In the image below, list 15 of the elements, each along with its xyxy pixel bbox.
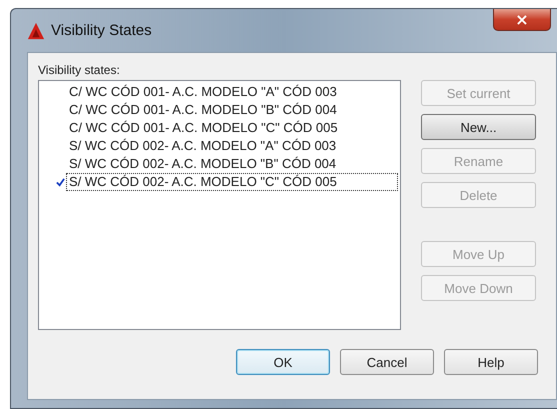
app-logo-icon xyxy=(27,22,45,40)
close-button[interactable]: × xyxy=(493,9,551,31)
list-item[interactable]: S/ WC CÓD 002- A.C. MODELO "B" CÓD 004 xyxy=(66,155,398,173)
list-item[interactable]: C/ WC CÓD 001- A.C. MODELO "A" CÓD 003 xyxy=(66,83,398,101)
action-button[interactable]: New... xyxy=(421,114,536,140)
states-list[interactable] xyxy=(38,80,401,330)
dialog-button[interactable]: Cancel xyxy=(340,349,434,375)
dialog-button[interactable]: OK xyxy=(236,349,330,375)
window-title: Visibility States xyxy=(51,22,152,39)
list-label: Visibility states: xyxy=(38,63,121,77)
list-item[interactable]: S/ WC CÓD 002- A.C. MODELO "C" CÓD 005 xyxy=(66,173,398,191)
list-item[interactable]: S/ WC CÓD 002- A.C. MODELO "A" CÓD 003 xyxy=(66,137,398,155)
dialog-button[interactable]: Help xyxy=(444,349,538,375)
list-item[interactable]: C/ WC CÓD 001- A.C. MODELO "B" CÓD 004 xyxy=(66,101,398,119)
list-item[interactable]: C/ WC CÓD 001- A.C. MODELO "C" CÓD 005 xyxy=(66,119,398,137)
